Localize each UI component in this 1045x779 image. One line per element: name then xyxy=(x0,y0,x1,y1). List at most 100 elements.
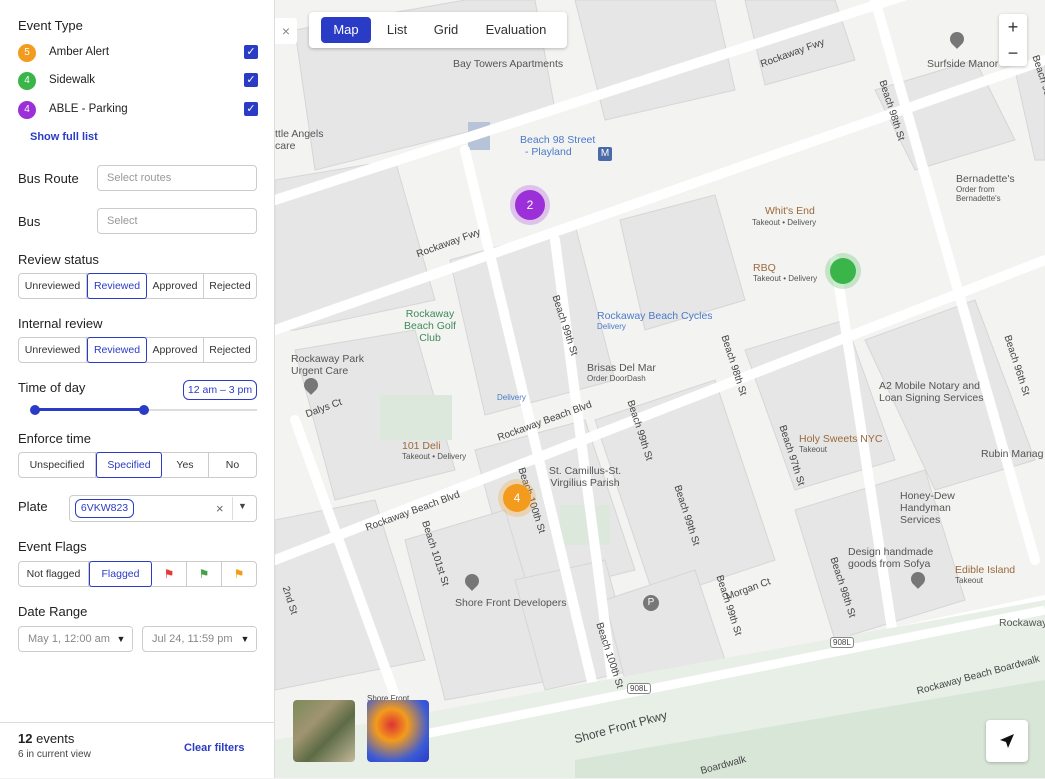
green-flag-icon[interactable]: ⚑ xyxy=(187,562,222,586)
event-marker-green[interactable] xyxy=(830,258,856,284)
poi-brisas[interactable]: Brisas Del Mar xyxy=(587,362,656,374)
parking-icon[interactable]: P xyxy=(643,595,659,611)
plate-input[interactable]: 6VKW823 × ▼ xyxy=(69,495,257,522)
metro-icon[interactable]: M xyxy=(598,147,612,161)
chevron-down-icon[interactable]: ▼ xyxy=(238,501,247,511)
event-cluster-orange[interactable]: 4 xyxy=(503,484,531,512)
enforce-time-yes[interactable]: Yes xyxy=(162,453,209,477)
close-icon[interactable]: × xyxy=(275,18,297,44)
enforce-time-label: Enforce time xyxy=(18,431,91,446)
poi-whits-end[interactable]: Whit's End xyxy=(765,205,815,217)
review-status-rejected[interactable]: Rejected xyxy=(204,274,256,298)
event-type-able-parking[interactable]: 4 ABLE - Parking ✓ xyxy=(18,100,258,122)
satellite-layer-thumbnail[interactable] xyxy=(293,700,355,762)
poi-delivery: Delivery xyxy=(497,393,526,402)
chevron-down-icon[interactable]: ▼ xyxy=(110,628,132,650)
event-cluster-purple[interactable]: 2 xyxy=(515,190,545,220)
checkbox-checked[interactable]: ✓ xyxy=(244,45,258,59)
internal-review-approved[interactable]: Approved xyxy=(147,338,204,362)
poi-bernadettes[interactable]: Bernadette's xyxy=(956,173,1015,185)
red-flag-icon[interactable]: ⚑ xyxy=(152,562,187,586)
poi-rockaway-right[interactable]: Rockaway xyxy=(999,617,1045,629)
time-slider-start-handle[interactable] xyxy=(30,405,40,415)
date-start-input[interactable]: May 1, 12:00 am ▼ xyxy=(18,626,133,652)
route-908l: 908L xyxy=(627,683,651,694)
poi-rubin[interactable]: Rubin Manag xyxy=(981,448,1043,460)
poi-honey-dew[interactable]: Honey-Dew Handyman Services xyxy=(900,490,990,526)
review-status-label: Review status xyxy=(18,252,99,267)
poi-rbq[interactable]: RBQ xyxy=(753,262,776,274)
event-count-badge: 5 xyxy=(18,44,36,62)
clear-filters-button[interactable]: Clear filters xyxy=(184,742,245,754)
poi-rockaway-park[interactable]: Rockaway Park Urgent Care xyxy=(291,353,371,377)
tab-grid[interactable]: Grid xyxy=(423,17,469,43)
checkbox-checked[interactable]: ✓ xyxy=(244,102,258,116)
show-full-list-link[interactable]: Show full list xyxy=(30,131,98,143)
event-type-title: Event Type xyxy=(18,18,83,33)
review-status-reviewed[interactable]: Reviewed xyxy=(87,273,147,299)
tab-evaluation[interactable]: Evaluation xyxy=(475,17,557,43)
bus-select[interactable]: Select xyxy=(97,208,257,234)
poi-edible[interactable]: Edible Island xyxy=(955,564,1015,576)
heatmap-layer-thumbnail[interactable] xyxy=(367,700,429,762)
clear-plate-icon[interactable]: × xyxy=(216,501,224,516)
internal-review-unreviewed[interactable]: Unreviewed xyxy=(19,338,87,362)
review-status-unreviewed[interactable]: Unreviewed xyxy=(19,274,87,298)
poi-surfside[interactable]: Surfside Manor xyxy=(927,58,998,70)
events-summary: 12 events xyxy=(18,731,74,746)
enforce-time-no[interactable]: No xyxy=(209,453,256,477)
bus-route-label: Bus Route xyxy=(18,171,79,186)
poi-rockaway-golf[interactable]: Rockaway Beach Golf Club xyxy=(395,308,465,344)
chevron-down-icon[interactable]: ▼ xyxy=(234,628,256,650)
zoom-in-button[interactable]: + xyxy=(999,14,1027,40)
event-flags-label: Event Flags xyxy=(18,539,87,554)
poi-rbq-sub: Takeout • Delivery xyxy=(753,274,818,283)
checkbox-checked[interactable]: ✓ xyxy=(244,73,258,87)
internal-review-toggle: Unreviewed Reviewed Approved Rejected xyxy=(18,337,257,363)
station-playland: - Playland xyxy=(525,146,572,158)
poi-little-angels-2: care xyxy=(275,140,296,152)
poi-design-handmade[interactable]: Design handmade goods from Sofya xyxy=(848,546,948,570)
flag-flagged[interactable]: Flagged xyxy=(89,561,152,587)
bus-route-select[interactable]: Select routes xyxy=(97,165,257,191)
route-908l-2: 908L xyxy=(830,637,854,648)
review-status-approved[interactable]: Approved xyxy=(147,274,204,298)
events-count: 12 xyxy=(18,731,33,746)
date-end-input[interactable]: Jul 24, 11:59 pm ▼ xyxy=(142,626,257,652)
zoom-out-button[interactable]: − xyxy=(999,40,1027,66)
poi-holy-sweets[interactable]: Holy Sweets NYC xyxy=(799,433,882,445)
poi-rockaway-cycles[interactable]: Rockaway Beach Cycles xyxy=(597,310,713,322)
time-slider-end-handle[interactable] xyxy=(139,405,149,415)
locate-button[interactable] xyxy=(986,720,1028,762)
poi-brisas-sub: Order DoorDash xyxy=(587,374,646,383)
event-count-badge: 4 xyxy=(18,72,36,90)
internal-review-reviewed[interactable]: Reviewed xyxy=(87,337,147,363)
poi-a2-mobile[interactable]: A2 Mobile Notary and Loan Signing Servic… xyxy=(879,380,991,404)
bus-label: Bus xyxy=(18,214,41,229)
plate-label: Plate xyxy=(18,499,48,514)
orange-flag-icon[interactable]: ⚑ xyxy=(222,562,256,586)
flag-not-flagged[interactable]: Not flagged xyxy=(19,562,89,586)
plate-chip[interactable]: 6VKW823 xyxy=(75,499,134,518)
station-beach98[interactable]: Beach 98 Street xyxy=(520,134,595,146)
poi-bernadettes-sub: Order from Bernadette's xyxy=(956,185,1001,203)
event-type-amber-alert[interactable]: 5 Amber Alert ✓ xyxy=(18,43,258,65)
time-of-day-label: Time of day xyxy=(18,380,86,395)
event-type-sidewalk[interactable]: 4 Sidewalk ✓ xyxy=(18,71,258,93)
tab-list[interactable]: List xyxy=(377,17,417,43)
enforce-time-specified[interactable]: Specified xyxy=(96,452,162,478)
events-in-view: 6 in current view xyxy=(18,749,91,760)
poi-st-camillus[interactable]: St. Camillus-St. Virgilius Parish xyxy=(545,465,625,489)
poi-deli101[interactable]: 101 Deli xyxy=(402,440,441,452)
tab-map[interactable]: Map xyxy=(321,17,371,43)
poi-deli-sub: Takeout • Delivery xyxy=(402,452,467,461)
event-count-badge: 4 xyxy=(18,101,36,119)
poi-shore-front[interactable]: Shore Front Developers xyxy=(455,597,566,609)
internal-review-rejected[interactable]: Rejected xyxy=(204,338,256,362)
enforce-time-unspecified[interactable]: Unspecified xyxy=(19,453,96,477)
poi-whits-sub: Takeout • Delivery xyxy=(752,218,817,227)
internal-review-label: Internal review xyxy=(18,316,103,331)
poi-cycles-sub: Delivery xyxy=(597,322,626,331)
poi-little-angels: ttle Angels xyxy=(275,128,324,140)
map-canvas[interactable]: Bay Towers Apartments Beach 98 Street - … xyxy=(275,0,1045,778)
